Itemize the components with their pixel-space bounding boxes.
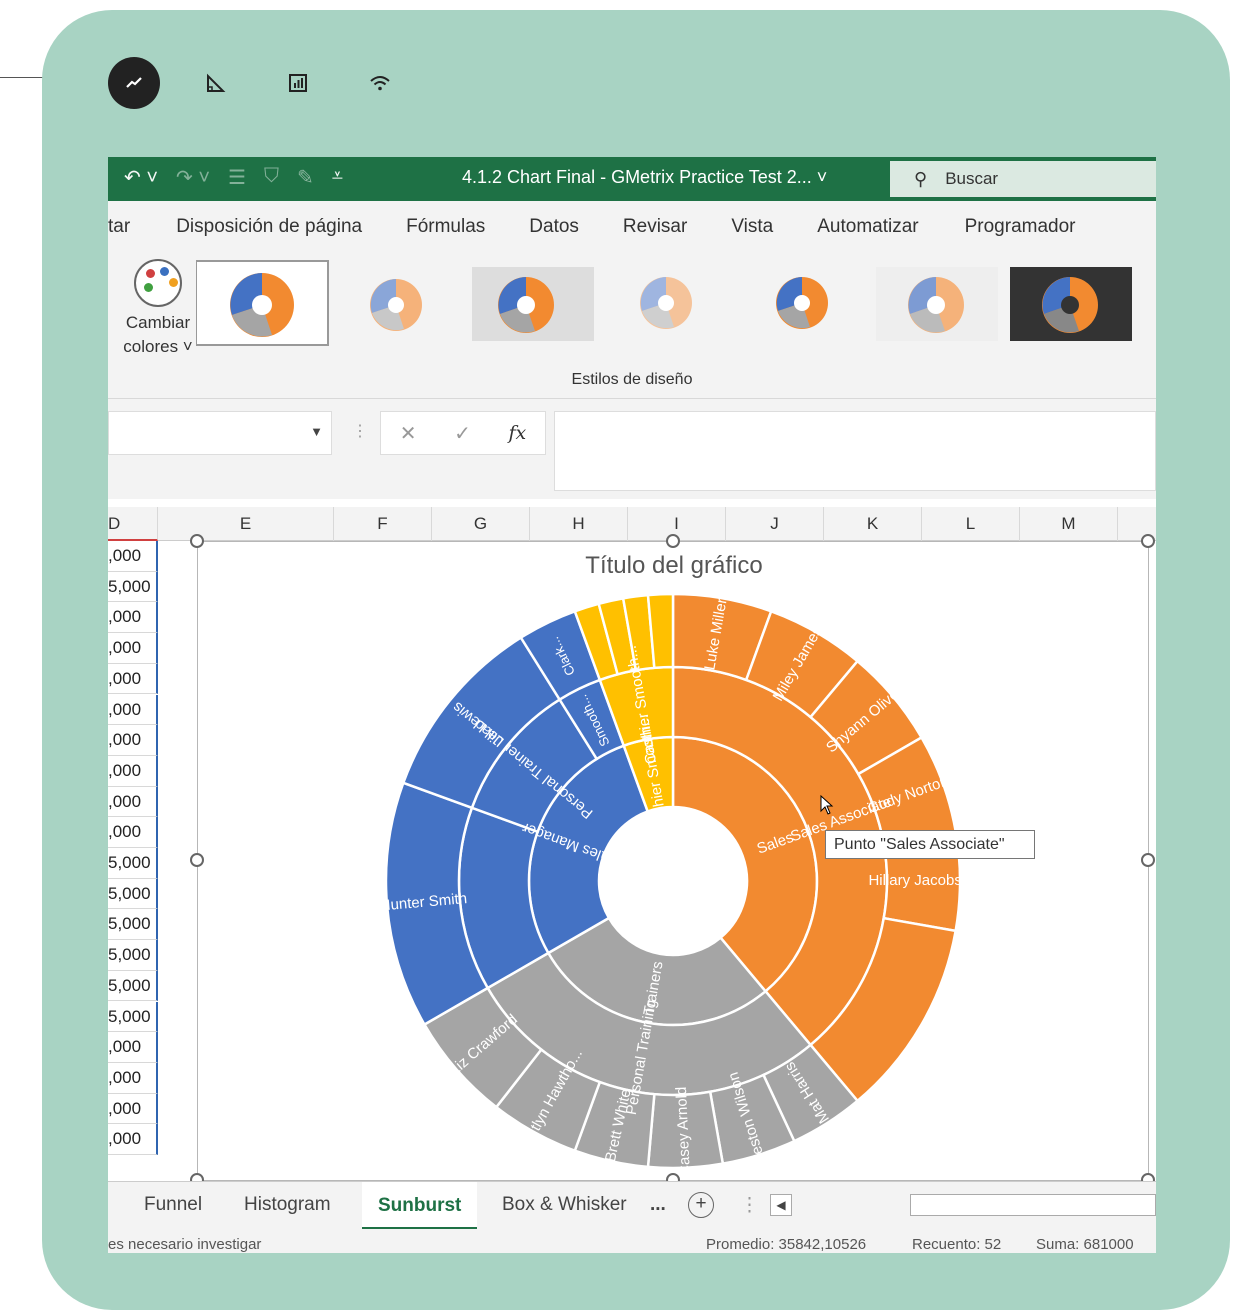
trend-chart-icon[interactable] — [108, 57, 160, 109]
resize-handle[interactable] — [1141, 853, 1155, 867]
table-cell[interactable]: 5,000 — [108, 970, 158, 1002]
style-thumb-2 — [370, 279, 422, 331]
tab-automate[interactable]: Automatizar — [817, 216, 918, 238]
table-cell[interactable]: ,000 — [108, 1093, 158, 1125]
more-vertical-icon: ⋮ — [740, 1195, 759, 1216]
chart-tooltip: Punto "Sales Associate" — [825, 830, 1035, 859]
sheet-tab-sunburst[interactable]: Sunburst — [362, 1182, 478, 1230]
search-box[interactable]: ⚲ Buscar — [890, 161, 1156, 197]
tab-formulas[interactable]: Fórmulas — [406, 216, 485, 238]
palette-icon — [134, 259, 182, 307]
ribbon-panel: Cambiar colores ˅ Estilos de diseño — [108, 253, 1156, 399]
table-cell[interactable]: ,000 — [108, 817, 158, 848]
formula-bar: ▼ ⋮ ✕ ✓ fx — [108, 399, 1156, 499]
decorative-rule — [0, 77, 46, 78]
change-colors-button[interactable]: Cambiar colores ˅ — [116, 259, 200, 359]
mouse-cursor-icon — [820, 795, 834, 815]
more-vertical-icon: ⋮ — [352, 423, 368, 440]
table-cell[interactable]: 5,000 — [108, 940, 158, 971]
name-box[interactable]: ▼ — [108, 411, 332, 455]
column-headers: D E F G H I J K L M — [108, 507, 1156, 541]
chart-area[interactable]: Título del gráfico Sales Trainers Sales Ma… — [190, 534, 1155, 1187]
table-cell[interactable]: ,000 — [108, 602, 158, 634]
column-header[interactable]: J — [726, 507, 824, 541]
column-header[interactable]: H — [530, 507, 628, 541]
quick-access-menu-icon[interactable]: ⩡ — [332, 165, 343, 190]
ribbon-tabs: tar Disposición de página Fórmulas Datos… — [108, 201, 1156, 253]
status-sum: Suma: 681000 — [1036, 1236, 1134, 1253]
table-cell[interactable]: 5,000 — [108, 909, 158, 941]
tab-developer[interactable]: Programador — [965, 216, 1076, 238]
search-icon: ⚲ — [914, 168, 928, 189]
excel-screenshot: ↶ ˅ ↷ ˅ ☰ ⛉ ✎ ⩡ 4.1.2 Chart Final - GMet… — [108, 157, 1156, 1253]
status-count: Recuento: 52 — [912, 1236, 1002, 1253]
table-cell[interactable]: ,000 — [108, 725, 158, 756]
sunburst-chart[interactable]: SalesTrainersSales ManagerCashier Smooth… — [198, 542, 1150, 1182]
add-sheet-icon[interactable]: + — [688, 1192, 714, 1218]
horizontal-scrollbar[interactable] — [910, 1194, 1156, 1216]
resize-handle[interactable] — [1141, 534, 1155, 548]
sort-icon[interactable]: ☰ — [228, 165, 246, 190]
confirm-icon[interactable]: ✓ — [454, 421, 471, 446]
table-cell[interactable]: 5,000 — [108, 878, 158, 910]
document-title[interactable]: 4.1.2 Chart Final - GMetrix Practice Tes… — [462, 167, 827, 188]
chart-style-gallery[interactable] — [196, 259, 1156, 351]
tab-page-layout[interactable]: Disposición de página — [176, 216, 362, 238]
resize-handle[interactable] — [190, 534, 204, 548]
insert-function-icon[interactable]: fx — [508, 422, 526, 444]
title-bar: ↶ ˅ ↷ ˅ ☰ ⛉ ✎ ⩡ 4.1.2 Chart Final - GMet… — [108, 157, 1156, 201]
resize-handle[interactable] — [190, 853, 204, 867]
column-header[interactable]: G — [432, 507, 530, 541]
status-bar: es necesario investigar Promedio: 35842,… — [108, 1229, 1156, 1253]
table-cell[interactable]: ,000 — [108, 755, 158, 787]
more-sheets-button[interactable]: ... — [650, 1194, 666, 1216]
scroll-left-icon[interactable]: ◀ — [770, 1194, 792, 1216]
column-header[interactable]: K — [824, 507, 922, 541]
table-cell[interactable]: ,000 — [108, 786, 158, 818]
table-cell[interactable]: ,000 — [108, 663, 158, 695]
status-message: es necesario investigar — [108, 1236, 262, 1253]
bar-chart-icon[interactable] — [272, 57, 324, 109]
sheet-tab-funnel[interactable]: Funnel — [144, 1194, 202, 1216]
table-cell[interactable]: ,000 — [108, 1062, 158, 1094]
redo-icon[interactable]: ↷ ˅ — [176, 165, 210, 190]
style-thumb-4 — [640, 277, 692, 329]
table-cell[interactable]: ,000 — [108, 633, 158, 664]
table-cell[interactable]: ,000 — [108, 694, 158, 726]
brush-icon[interactable]: ✎ — [297, 165, 314, 190]
column-header[interactable]: D — [108, 507, 158, 541]
cancel-icon[interactable]: ✕ — [400, 421, 417, 446]
table-cell[interactable]: ,000 — [108, 1124, 158, 1155]
formula-actions: ✕ ✓ fx — [380, 411, 546, 455]
filter-icon[interactable]: ⛉ — [264, 165, 279, 190]
dropdown-arrow-icon[interactable]: ▼ — [310, 424, 323, 439]
table-cell[interactable]: ,000 — [108, 1032, 158, 1063]
tab-view[interactable]: Vista — [731, 216, 773, 238]
sheet-tab-box-whisker[interactable]: Box & Whisker — [502, 1194, 627, 1216]
sheet-tab-histogram[interactable]: Histogram — [244, 1194, 331, 1216]
column-header[interactable]: L — [922, 507, 1020, 541]
undo-icon[interactable]: ↶ ˅ — [124, 165, 158, 190]
ruler-triangle-icon[interactable] — [190, 57, 242, 109]
top-toolbar — [108, 57, 436, 109]
tab-review[interactable]: Revisar — [623, 216, 687, 238]
table-cell[interactable]: ,000 — [108, 541, 158, 572]
styles-group-label: Estilos de diseño — [571, 371, 693, 388]
sheet-tabs-bar: Funnel Histogram Sunburst Box & Whisker … — [108, 1181, 1156, 1230]
style-thumb-5 — [776, 277, 828, 329]
table-cell[interactable]: 5,000 — [108, 1001, 158, 1033]
tab-data[interactable]: Datos — [529, 216, 579, 238]
column-header[interactable]: F — [334, 507, 432, 541]
resize-handle[interactable] — [666, 534, 680, 548]
column-header[interactable]: E — [158, 507, 334, 541]
table-cell[interactable]: 5,000 — [108, 848, 158, 879]
table-cell[interactable]: 5,000 — [108, 571, 158, 603]
sunburst-label: Hillary Jacobson — [868, 872, 978, 889]
status-average: Promedio: 35842,10526 — [706, 1236, 867, 1253]
formula-input[interactable] — [554, 411, 1156, 491]
tab-insert[interactable]: tar — [108, 216, 130, 238]
column-header[interactable]: M — [1020, 507, 1118, 541]
wifi-icon[interactable] — [354, 57, 406, 109]
